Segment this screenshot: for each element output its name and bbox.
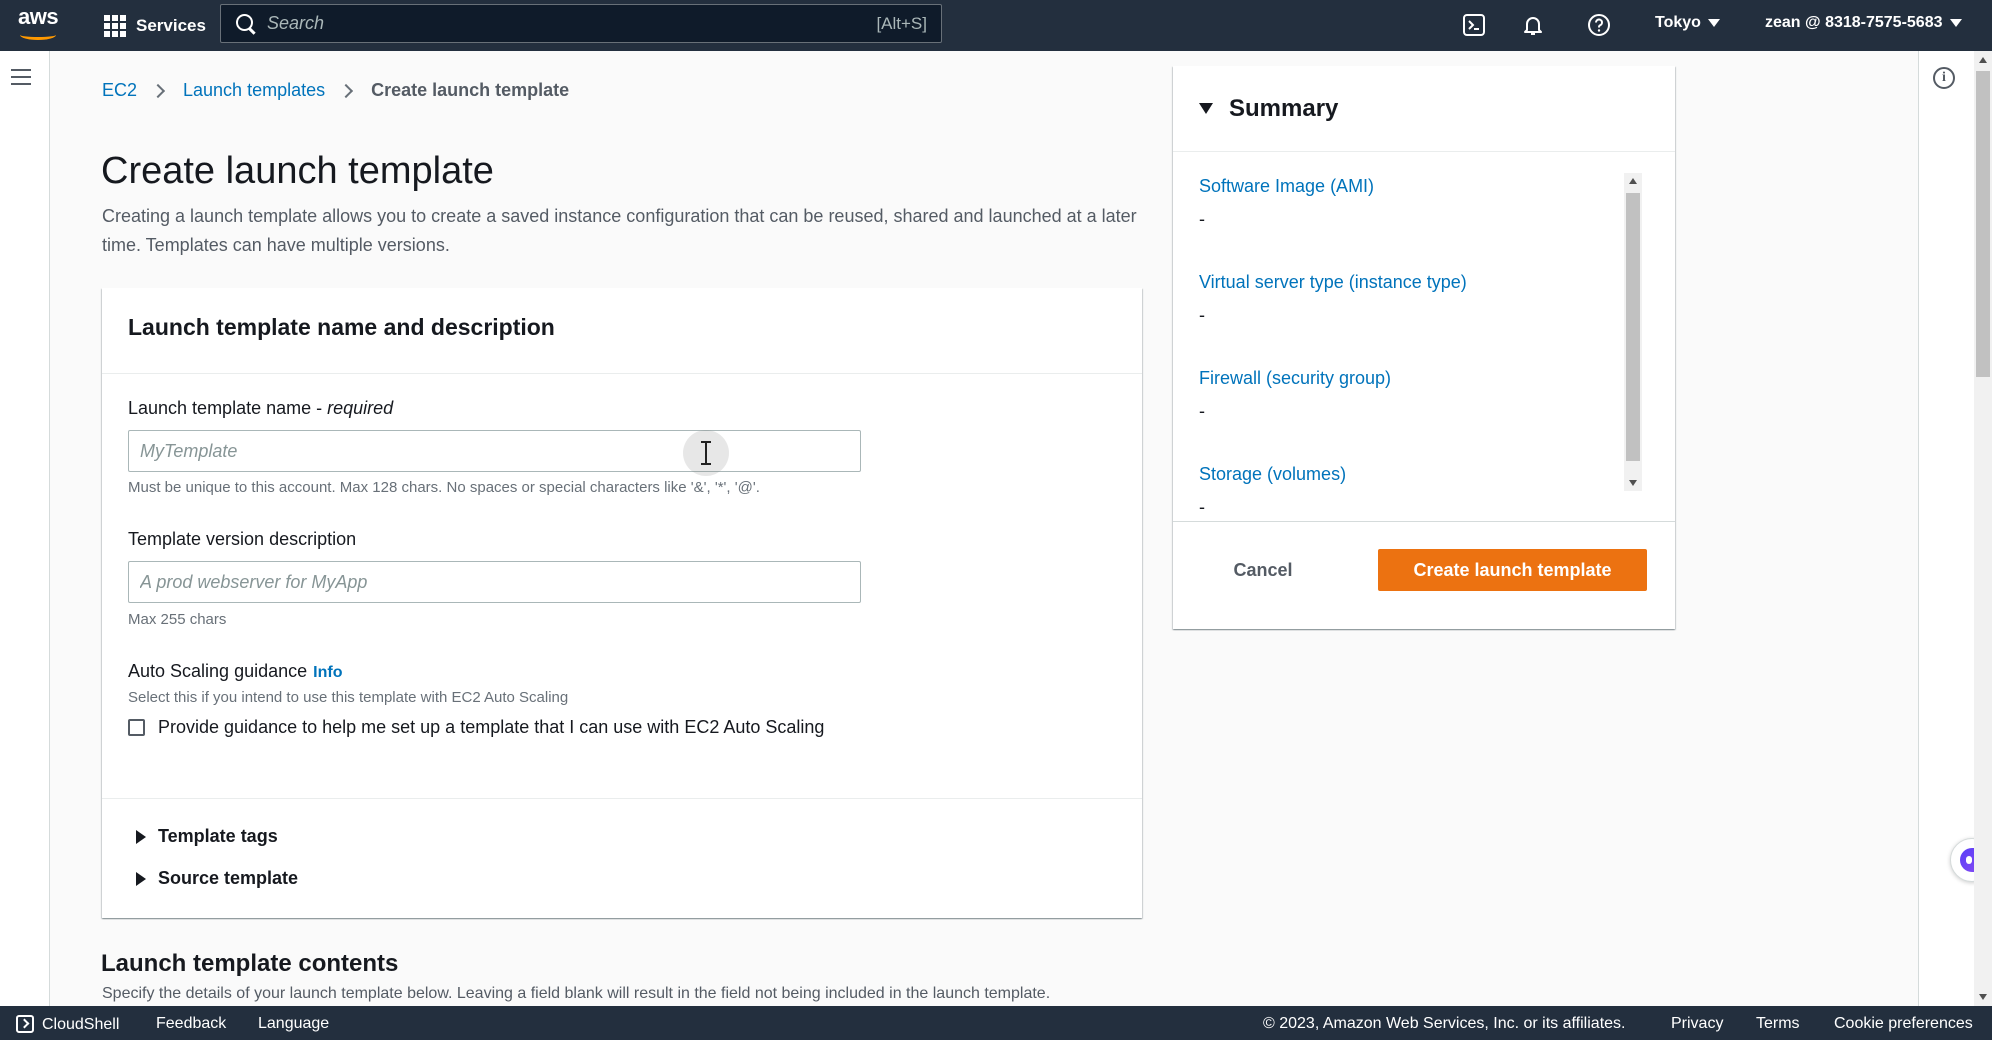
autoscaling-guidance-label-text: Auto Scaling guidance — [128, 661, 308, 681]
divider — [1173, 521, 1675, 522]
caret-down-icon — [1199, 103, 1213, 114]
summary-list: Software Image (AMI) - Virtual server ty… — [1199, 166, 1619, 550]
scroll-down-arrow-icon[interactable] — [1979, 994, 1987, 1000]
template-name-constraint: Must be unique to this account. Max 128 … — [128, 479, 760, 496]
cancel-button[interactable]: Cancel — [1213, 550, 1313, 590]
footer-cookie-preferences[interactable]: Cookie preferences — [1834, 1015, 1973, 1033]
caret-right-icon — [136, 871, 146, 886]
account-label: zean @ 8318-7575-5683 — [1765, 14, 1943, 31]
version-description-input[interactable] — [128, 561, 861, 603]
autoscaling-guidance-description: Select this if you intend to use this te… — [128, 689, 569, 706]
caret-down-icon — [1707, 18, 1720, 27]
footer-copyright: © 2023, Amazon Web Services, Inc. or its… — [1263, 1015, 1626, 1032]
footer-cloudshell-label: CloudShell — [42, 1016, 120, 1033]
launch-template-contents-title: Launch template contents — [101, 950, 399, 977]
card-header: Launch template name and description — [102, 288, 1142, 374]
scroll-up-arrow-icon[interactable] — [1629, 178, 1637, 184]
top-navigation-bar: aws Services [Alt+S] Tokyo zean @ 8318-7… — [0, 0, 1992, 51]
grid-icon — [104, 15, 126, 37]
summary-scrollbar[interactable] — [1624, 173, 1642, 491]
info-icon[interactable]: i — [1933, 67, 1955, 89]
caret-right-icon — [136, 829, 146, 844]
region-selector[interactable]: Tokyo — [1655, 14, 1720, 32]
aws-logo-text: aws — [18, 4, 59, 29]
launch-template-contents-description: Specify the details of your launch templ… — [102, 985, 1051, 1002]
summary-ami-value: - — [1199, 209, 1205, 229]
console-footer: CloudShell Feedback Language © 2023, Ama… — [0, 1006, 1992, 1040]
text-cursor-icon — [683, 430, 729, 476]
scrollbar-thumb[interactable] — [1626, 193, 1640, 461]
search-icon — [235, 13, 257, 35]
footer-terms[interactable]: Terms — [1756, 1015, 1800, 1033]
summary-header-toggle[interactable]: Summary — [1173, 66, 1675, 152]
aws-logo-smile — [20, 30, 56, 40]
account-menu[interactable]: zean @ 8318-7575-5683 — [1765, 14, 1962, 32]
scrollbar-thumb[interactable] — [1976, 71, 1990, 377]
scroll-up-arrow-icon[interactable] — [1979, 57, 1987, 63]
footer-language[interactable]: Language — [258, 1015, 329, 1033]
create-launch-template-button[interactable]: Create launch template — [1378, 549, 1647, 591]
services-menu-button[interactable]: Services — [104, 12, 206, 40]
expander-template-tags[interactable]: Template tags — [136, 826, 278, 847]
summary-item: Storage (volumes) - — [1199, 464, 1619, 550]
breadcrumb-ec2[interactable]: EC2 — [102, 80, 137, 101]
version-description-label: Template version description — [128, 529, 357, 549]
left-rail — [0, 51, 50, 1006]
summary-panel: Summary Software Image (AMI) - Virtual s… — [1173, 66, 1675, 629]
footer-privacy[interactable]: Privacy — [1671, 1015, 1723, 1033]
cloudshell-icon[interactable] — [1461, 12, 1487, 38]
search-input[interactable] — [267, 13, 877, 34]
breadcrumb-current: Create launch template — [371, 80, 570, 100]
summary-storage-value: - — [1199, 497, 1205, 517]
chevron-right-icon — [150, 83, 166, 98]
required-marker: required — [327, 398, 394, 418]
page-description: Creating a launch template allows you to… — [102, 206, 1137, 255]
summary-title: Summary — [1229, 94, 1339, 122]
breadcrumb: EC2 Launch templates Create launch templ… — [102, 80, 569, 101]
expander-source-template[interactable]: Source template — [136, 868, 298, 889]
search-shortcut-hint: [Alt+S] — [876, 13, 927, 33]
autoscaling-checkbox-label[interactable]: Provide guidance to help me set up a tem… — [158, 713, 838, 742]
caret-down-icon — [1949, 18, 1962, 27]
summary-instance-type-link[interactable]: Virtual server type (instance type) — [1199, 272, 1619, 293]
summary-storage-link[interactable]: Storage (volumes) — [1199, 464, 1619, 485]
services-label: Services — [136, 16, 206, 35]
summary-security-group-link[interactable]: Firewall (security group) — [1199, 368, 1619, 389]
expander-source-template-label: Source template — [158, 868, 299, 888]
template-name-input[interactable] — [128, 430, 861, 472]
summary-security-group-value: - — [1199, 401, 1205, 421]
chevron-right-icon — [339, 83, 354, 98]
footer-feedback[interactable]: Feedback — [156, 1015, 226, 1033]
help-icon[interactable] — [1586, 12, 1612, 38]
template-name-label-text: Launch template name - — [128, 398, 328, 418]
summary-instance-type-value: - — [1199, 305, 1205, 325]
page-title: Create launch template — [101, 150, 494, 192]
summary-item: Virtual server type (instance type) - — [1199, 272, 1619, 358]
region-label: Tokyo — [1655, 14, 1701, 31]
autoscaling-guidance-checkbox[interactable] — [128, 719, 145, 736]
autoscaling-guidance-label: Auto Scaling guidance Info — [128, 661, 342, 682]
aws-logo[interactable]: aws — [18, 6, 62, 44]
notifications-bell-icon[interactable] — [1520, 12, 1546, 38]
template-name-description-card: Launch template name and description Lau… — [102, 288, 1142, 918]
divider — [102, 798, 1142, 799]
autoscaling-info-link[interactable]: Info — [313, 664, 342, 681]
hamburger-menu-icon[interactable] — [11, 69, 33, 87]
cloudshell-icon — [16, 1015, 34, 1033]
expander-template-tags-label: Template tags — [158, 826, 278, 846]
version-description-constraint: Max 255 chars — [128, 611, 227, 628]
page-scrollbar[interactable] — [1974, 51, 1992, 1006]
footer-cloudshell[interactable]: CloudShell — [16, 1015, 119, 1034]
summary-ami-link[interactable]: Software Image (AMI) — [1199, 176, 1619, 197]
breadcrumb-launch-templates[interactable]: Launch templates — [183, 80, 325, 101]
template-name-label: Launch template name - required — [128, 398, 393, 419]
summary-item: Firewall (security group) - — [1199, 368, 1619, 454]
global-search[interactable]: [Alt+S] — [220, 4, 942, 43]
scroll-down-arrow-icon[interactable] — [1629, 480, 1637, 486]
summary-item: Software Image (AMI) - — [1199, 176, 1619, 262]
